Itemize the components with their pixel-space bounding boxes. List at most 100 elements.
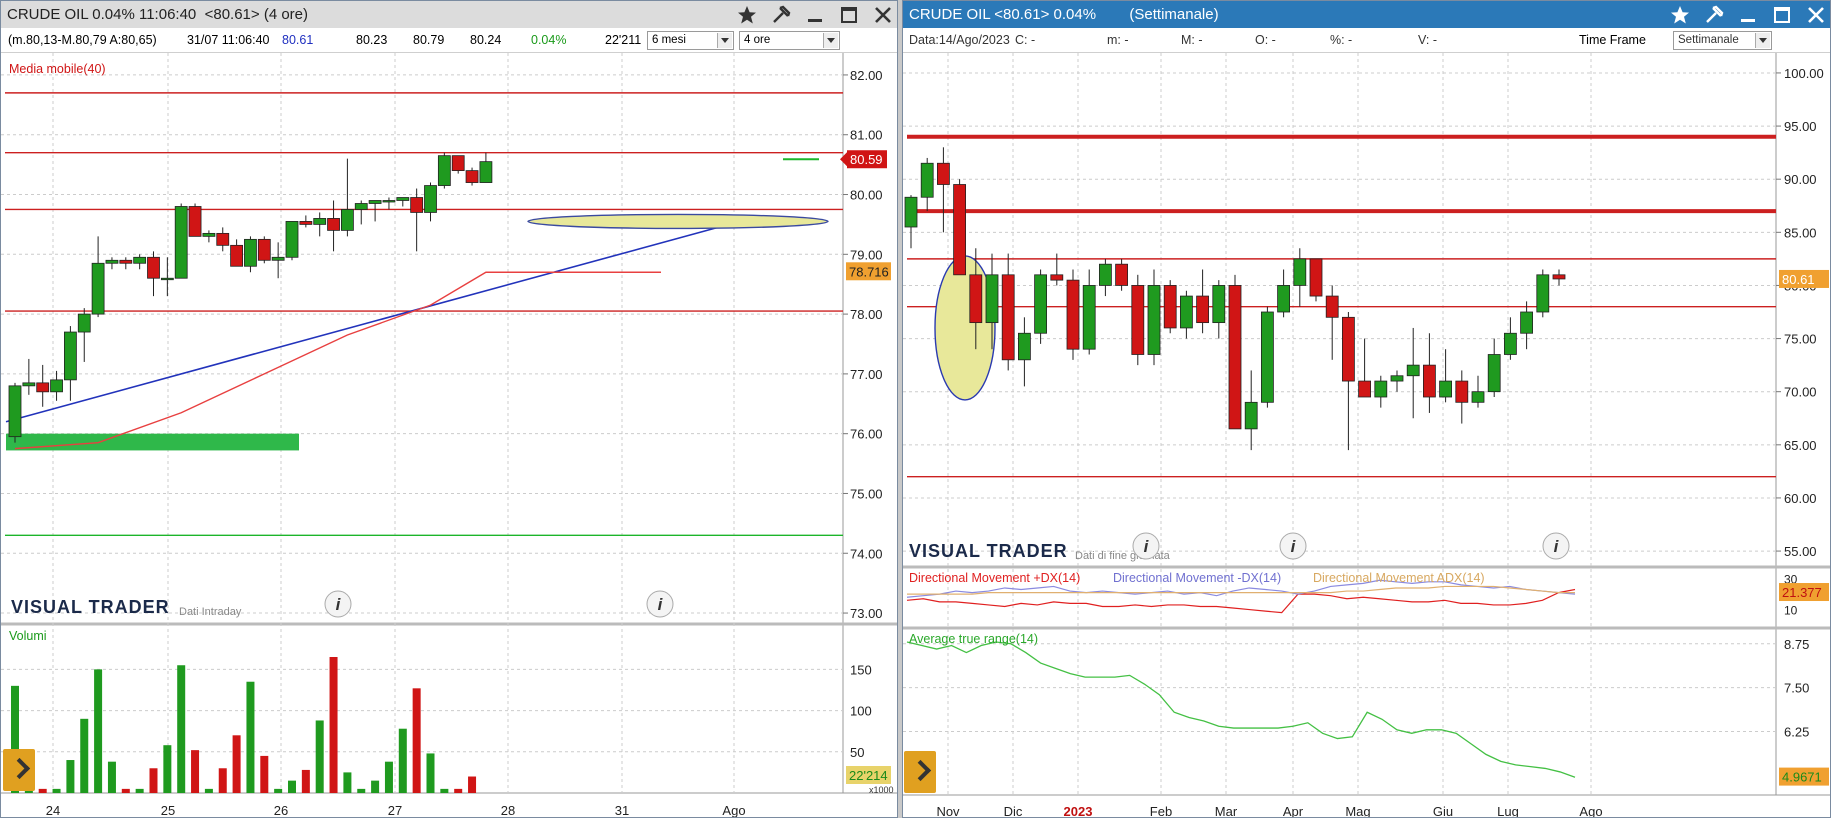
candle-body [424, 185, 437, 213]
x-tick-label: 31 [615, 803, 629, 818]
max-info: M: - [1181, 33, 1203, 47]
x-tick-label: 26 [274, 803, 288, 818]
x-tick-label: 28 [501, 803, 515, 818]
star-icon[interactable] [737, 5, 757, 25]
price-tick-label: 78.00 [850, 307, 883, 322]
intraday-chart-window[interactable]: CRUDE OIL 0.04% 11:06:40 <80.61> (4 ore)… [0, 0, 898, 818]
candle-body [1520, 311, 1533, 334]
price-tick-label: 75.00 [1784, 332, 1817, 347]
candle-body [382, 200, 396, 203]
volume-bar [232, 735, 241, 793]
highlight-ellipse-zone [527, 213, 829, 230]
star-icon[interactable] [1670, 5, 1690, 25]
volume-bar [357, 788, 366, 793]
play-arrow-button[interactable] [3, 749, 35, 791]
candle-body [313, 218, 327, 225]
chevron-down-icon[interactable] [823, 33, 838, 48]
volume-badge: 22'214 [849, 768, 888, 783]
volume-bar [329, 657, 338, 793]
trendline [5, 226, 719, 423]
close-icon[interactable] [873, 5, 893, 25]
candle-body [1212, 285, 1226, 324]
volume-unit-label: x1000 [869, 785, 894, 795]
minimize-icon[interactable] [1738, 5, 1758, 25]
chevron-down-icon[interactable] [717, 33, 732, 48]
maximize-icon[interactable] [1772, 5, 1792, 25]
play-arrow-button[interactable] [904, 751, 936, 793]
open-info: O: - [1255, 33, 1276, 47]
green-demand-zone [6, 433, 299, 451]
intraday-price-volume-chart[interactable]: 24 25 26 27 28 31 Ago 82.00 81.00 80.00 79.00 78.00… [1, 53, 898, 818]
candle-body [147, 256, 160, 279]
candle-body [969, 274, 983, 324]
x-tick-label: 27 [388, 803, 402, 818]
price-tick-label: 81.00 [850, 128, 883, 143]
candle-body [285, 221, 299, 258]
candle-body [985, 274, 999, 324]
price-tick-label: 65.00 [1784, 438, 1817, 453]
price-tick-label: 60.00 [1784, 491, 1817, 506]
volume-bar [398, 728, 407, 793]
right-titlebar[interactable]: CRUDE OIL <80.61> 0.04% (Settimanale) [903, 1, 1830, 28]
candle-body [1228, 285, 1242, 430]
atr-tick-label: 6.25 [1784, 725, 1809, 740]
weekly-chart-window[interactable]: CRUDE OIL <80.61> 0.04% (Settimanale) Da… [902, 0, 1831, 818]
weekly-price-indicators-chart[interactable]: Nov Dic 2023 Feb Mar Apr Mag Giu Lug Ago 100.00 95.… [903, 53, 1831, 818]
drawing-tool-icon[interactable] [771, 5, 791, 25]
left-infobar: (m.80,13-M.80,79 A:80,65) 31/07 11:06:40… [1, 28, 897, 53]
x-tick-label: Mag [1345, 804, 1370, 818]
volume-info: 22'211 [605, 33, 642, 47]
moving-average-legend: Media mobile(40) [9, 62, 106, 76]
candle-body [160, 277, 174, 281]
candle-body [77, 313, 91, 333]
volume-bar [218, 768, 227, 793]
left-titlebar[interactable]: CRUDE OIL 0.04% 11:06:40 <80.61> (4 ore) [1, 1, 897, 28]
candle-body [437, 155, 451, 186]
x-tick-label: 2023 [1064, 804, 1093, 818]
minimize-icon[interactable] [805, 5, 825, 25]
dmi-series-line [907, 585, 1575, 595]
volume-bar [177, 665, 186, 793]
candle-body [396, 197, 410, 201]
candle-body [1423, 364, 1436, 398]
volume-bar [66, 760, 75, 793]
candle-body [299, 221, 313, 225]
period-select[interactable]: 6 mesi [647, 31, 734, 50]
x-tick-label: Dic [1004, 804, 1023, 818]
drawing-tool-icon[interactable] [1704, 5, 1724, 25]
interval-select-value: 4 ore [744, 34, 771, 46]
maximize-icon[interactable] [839, 5, 859, 25]
close-icon[interactable] [1806, 5, 1826, 25]
candle-body [1406, 364, 1420, 377]
candle-body [1018, 332, 1031, 361]
candle-body [1309, 258, 1323, 297]
volume-bar [274, 788, 283, 793]
candle-body [202, 232, 216, 237]
dmi-badge: 21.377 [1782, 585, 1822, 600]
interval-select[interactable]: 4 ore [739, 31, 840, 50]
candle-body [257, 238, 271, 261]
candle-body [340, 209, 354, 231]
vol-info: V: - [1418, 33, 1437, 47]
chevron-down-icon[interactable] [1755, 33, 1770, 48]
time-frame-select[interactable]: Settimanale [1673, 31, 1772, 50]
candle-body [479, 161, 493, 183]
candle-body [1341, 316, 1355, 382]
candle-body [271, 256, 285, 261]
volume-bar [301, 769, 310, 793]
volume-tick-label: 150 [850, 662, 872, 677]
min-info: m: - [1107, 33, 1129, 47]
value-2: 80.79 [413, 33, 445, 47]
price-tick-label: 55.00 [1784, 544, 1817, 559]
price-tick-label: 74.00 [850, 546, 883, 561]
candle-body [937, 162, 950, 185]
dmi-plus-legend: Directional Movement +DX(14) [909, 571, 1080, 585]
candle-body [1147, 285, 1161, 355]
x-tick-label: Apr [1283, 804, 1304, 818]
x-tick-label: Mar [1215, 804, 1238, 818]
candle-body [1115, 263, 1129, 286]
volume-bar [149, 768, 158, 793]
left-window-title: CRUDE OIL 0.04% 11:06:40 <80.61> (4 ore) [7, 6, 309, 23]
volume-bar [52, 788, 61, 793]
volume-tick-label: 100 [850, 704, 872, 719]
